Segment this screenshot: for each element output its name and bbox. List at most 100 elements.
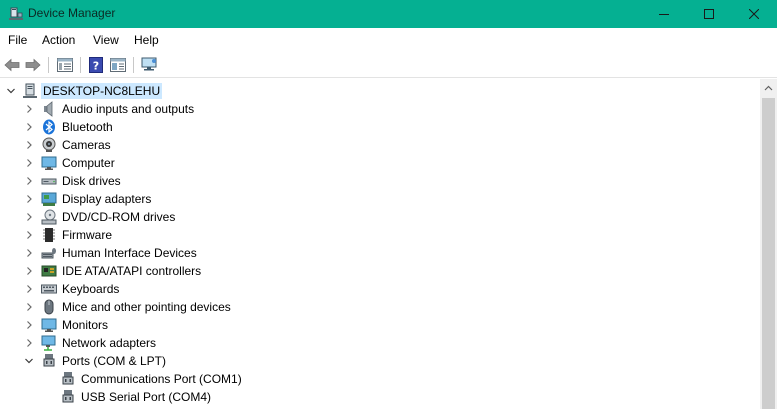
- tree-item-label: Disk drives: [62, 174, 121, 188]
- computer-tower-icon: [22, 83, 38, 99]
- tree-item-label: Monitors: [62, 318, 109, 332]
- port-icon: [60, 389, 76, 405]
- tree-item-network-adapters[interactable]: Network adapters: [0, 334, 760, 352]
- chevron-right-icon[interactable]: [24, 284, 34, 294]
- tree-child-com4[interactable]: USB Serial Port (COM4): [0, 388, 760, 406]
- camera-icon: [41, 137, 57, 153]
- vertical-scrollbar[interactable]: [760, 79, 777, 409]
- chevron-right-icon[interactable]: [24, 140, 34, 150]
- scan-hardware-icon: [141, 57, 157, 71]
- chevron-right-icon[interactable]: [24, 338, 34, 348]
- minimize-icon: [659, 14, 669, 15]
- keyboard-icon: [41, 281, 57, 297]
- bluetooth-icon: [41, 119, 57, 135]
- tree-item-dvd-drives[interactable]: DVD/CD-ROM drives: [0, 208, 760, 226]
- tree-item-ide[interactable]: IDE ATA/ATAPI controllers: [0, 262, 760, 280]
- chevron-right-icon[interactable]: [24, 104, 34, 114]
- monitor-icon: [41, 155, 57, 171]
- chevron-right-icon[interactable]: [24, 176, 34, 186]
- chevron-right-icon[interactable]: [24, 194, 34, 204]
- tree-item-label: DVD/CD-ROM drives: [62, 210, 176, 224]
- forward-button[interactable]: [24, 56, 42, 74]
- title-bar[interactable]: Device Manager: [0, 0, 777, 28]
- chevron-up-icon: [764, 85, 773, 90]
- tree-item-disk-drives[interactable]: Disk drives: [0, 172, 760, 190]
- tree-item-ports[interactable]: Ports (COM & LPT): [0, 352, 760, 370]
- scan-hardware-button[interactable]: [141, 56, 159, 74]
- chevron-down-icon[interactable]: [6, 86, 16, 96]
- tree-item-label: Display adapters: [62, 192, 152, 206]
- tree-item-label: Computer: [62, 156, 115, 170]
- help-button[interactable]: ?: [87, 56, 105, 74]
- properties-icon: [57, 58, 73, 72]
- chevron-right-icon[interactable]: [24, 248, 34, 258]
- close-button[interactable]: [731, 0, 777, 28]
- menu-file[interactable]: File: [8, 33, 27, 47]
- tree-item-label: Keyboards: [62, 282, 120, 296]
- hid-icon: [41, 245, 57, 261]
- tree-item-label: Mice and other pointing devices: [62, 300, 231, 314]
- tree-item-label: Firmware: [62, 228, 112, 242]
- tree-root-label[interactable]: DESKTOP-NC8LEHU: [41, 83, 163, 99]
- chevron-right-icon[interactable]: [24, 212, 34, 222]
- tree-item-audio[interactable]: Audio inputs and outputs: [0, 100, 760, 118]
- tree-item-label: Ports (COM & LPT): [62, 354, 167, 368]
- tree-child-label: USB Serial Port (COM4): [81, 390, 212, 404]
- chevron-right-icon[interactable]: [24, 302, 34, 312]
- chip-icon: [41, 227, 57, 243]
- menu-bar: File Action View Help: [0, 28, 777, 52]
- speaker-icon: [41, 101, 57, 117]
- update-driver-button[interactable]: [109, 56, 127, 74]
- chevron-down-icon[interactable]: [24, 356, 34, 366]
- tree-child-label: Communications Port (COM1): [81, 372, 242, 386]
- tree-item-computer[interactable]: Computer: [0, 154, 760, 172]
- tree-item-label: Bluetooth: [62, 120, 113, 134]
- toolbar-separator: [133, 57, 134, 73]
- port-icon: [60, 371, 76, 387]
- tree-item-cameras[interactable]: Cameras: [0, 136, 760, 154]
- back-button[interactable]: [3, 56, 21, 74]
- maximize-button[interactable]: [686, 0, 732, 28]
- chevron-right-icon[interactable]: [24, 122, 34, 132]
- tree-item-label: Cameras: [62, 138, 111, 152]
- tree-item-mice[interactable]: Mice and other pointing devices: [0, 298, 760, 316]
- svg-text:?: ?: [93, 60, 99, 73]
- back-arrow-icon: [4, 58, 20, 72]
- tree-item-label: Audio inputs and outputs: [62, 102, 195, 116]
- chevron-right-icon[interactable]: [24, 230, 34, 240]
- forward-arrow-icon: [25, 58, 41, 72]
- menu-action[interactable]: Action: [42, 33, 75, 47]
- scroll-up-button[interactable]: [760, 79, 777, 96]
- port-icon: [41, 353, 57, 369]
- tree-item-display-adapters[interactable]: Display adapters: [0, 190, 760, 208]
- ide-controller-icon: [41, 263, 57, 279]
- network-adapter-icon: [41, 335, 57, 351]
- maximize-icon: [704, 9, 714, 19]
- tree-root[interactable]: DESKTOP-NC8LEHU: [0, 82, 760, 100]
- chevron-right-icon[interactable]: [24, 320, 34, 330]
- tree-child-com1[interactable]: Communications Port (COM1): [0, 370, 760, 388]
- chevron-right-icon[interactable]: [24, 266, 34, 276]
- tree-item-bluetooth[interactable]: Bluetooth: [0, 118, 760, 136]
- update-driver-icon: [110, 58, 126, 72]
- window-title: Device Manager: [28, 6, 116, 20]
- display-adapter-icon: [41, 191, 57, 207]
- chevron-right-icon[interactable]: [24, 158, 34, 168]
- minimize-button[interactable]: [641, 0, 687, 28]
- toolbar-separator: [48, 57, 49, 73]
- scroll-thumb[interactable]: [762, 98, 775, 409]
- tree-item-firmware[interactable]: Firmware: [0, 226, 760, 244]
- optical-drive-icon: [41, 209, 57, 225]
- toolbar-separator: [80, 57, 81, 73]
- close-icon: [749, 9, 759, 19]
- tree-item-label: Human Interface Devices: [62, 246, 197, 260]
- toolbar: ?: [0, 52, 777, 78]
- tree-item-monitors[interactable]: Monitors: [0, 316, 760, 334]
- help-icon: ?: [89, 57, 103, 73]
- tree-item-label: IDE ATA/ATAPI controllers: [62, 264, 202, 278]
- tree-item-keyboards[interactable]: Keyboards: [0, 280, 760, 298]
- properties-button[interactable]: [56, 56, 74, 74]
- tree-item-hid[interactable]: Human Interface Devices: [0, 244, 760, 262]
- menu-view[interactable]: View: [93, 33, 119, 47]
- menu-help[interactable]: Help: [134, 33, 159, 47]
